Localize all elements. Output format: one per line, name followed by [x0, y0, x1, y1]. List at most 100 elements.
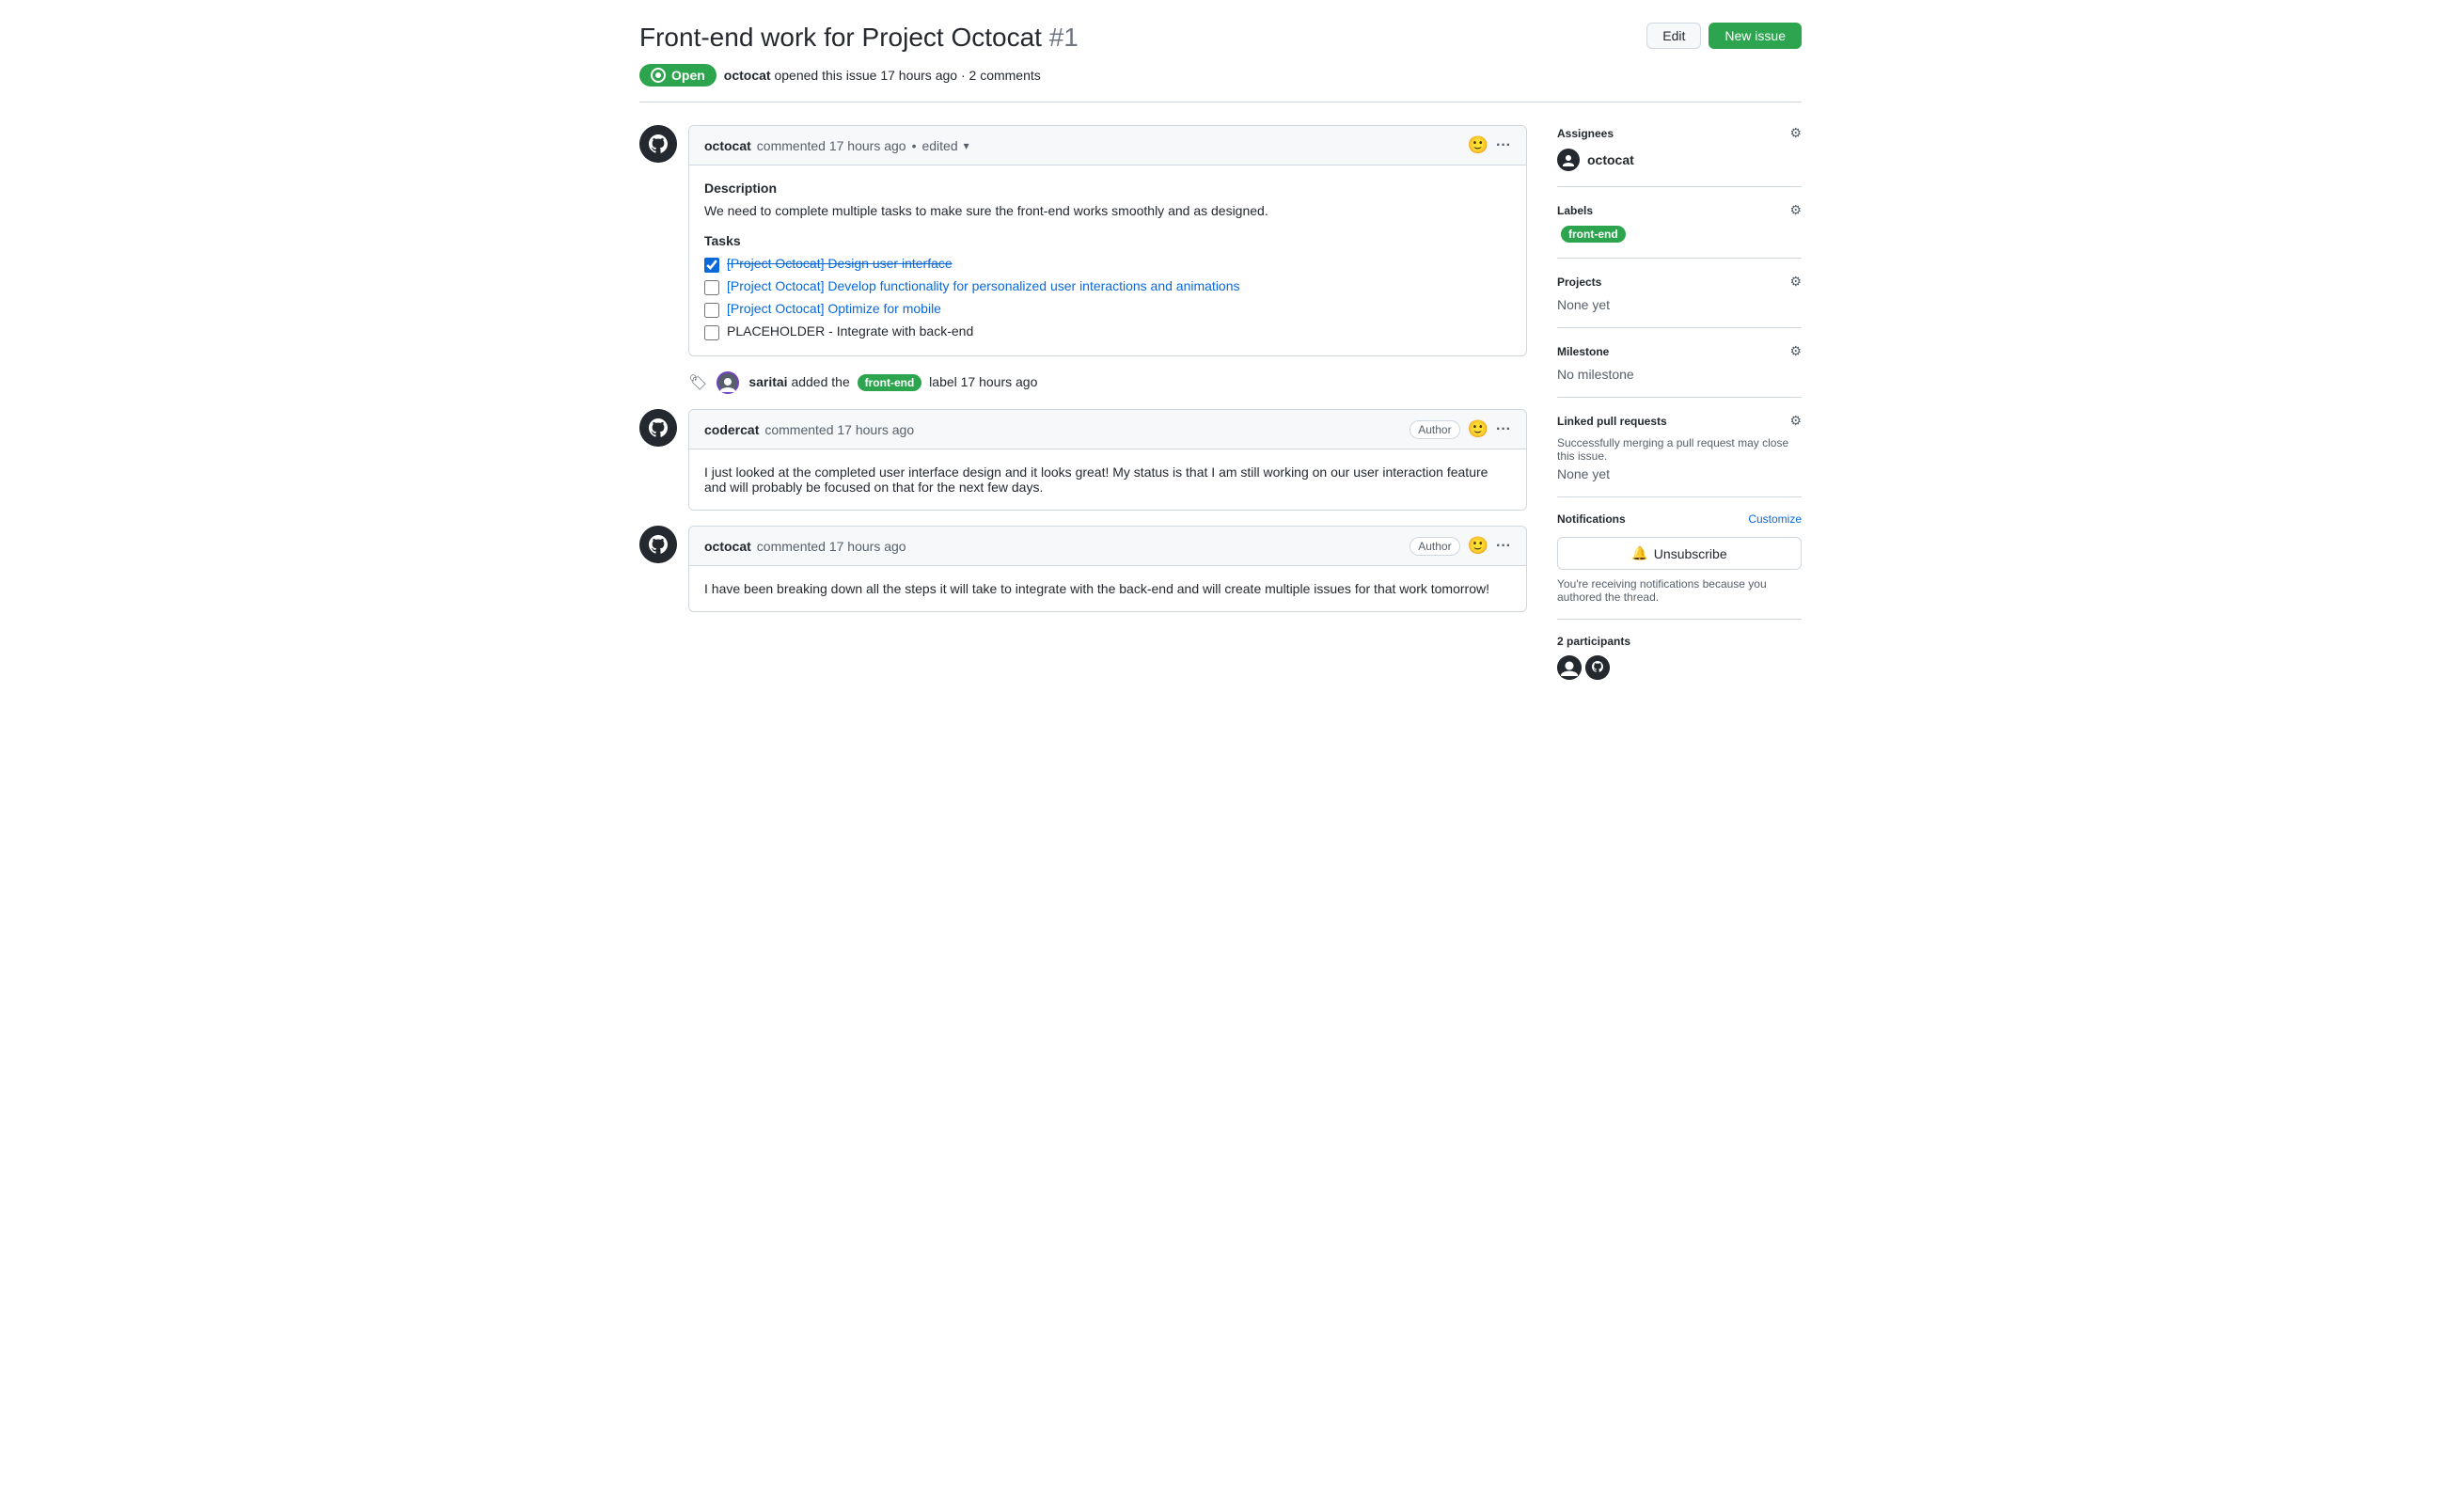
more-button-2[interactable]: ···: [1496, 421, 1511, 438]
notification-info: You're receiving notifications because y…: [1557, 577, 1802, 604]
milestone-gear[interactable]: ⚙: [1789, 343, 1802, 359]
assignee-avatar: [1557, 149, 1580, 171]
avatar-octocat-1: [639, 125, 677, 163]
unsubscribe-button[interactable]: 🔔 Unsubscribe: [1557, 537, 1802, 570]
comment-header-right-2: Author 🙂 ···: [1409, 419, 1511, 439]
task-label-3[interactable]: [Project Octocat] Optimize for mobile: [727, 301, 941, 316]
issue-header: Front-end work for Project Octocat #1 Ed…: [639, 23, 1802, 53]
projects-value: None yet: [1557, 297, 1610, 312]
emoji-button-3[interactable]: 🙂: [1468, 536, 1488, 556]
issue-title: Front-end work for Project Octocat #1: [639, 23, 1079, 53]
task-item-4: PLACEHOLDER - Integrate with back-end: [704, 323, 1511, 340]
status-text: Open: [671, 68, 705, 83]
comment-time-3: commented 17 hours ago: [757, 539, 906, 554]
labels-title: Labels: [1557, 204, 1593, 217]
edited-dropdown-1[interactable]: ▾: [964, 139, 969, 152]
new-issue-button[interactable]: New issue: [1709, 23, 1802, 49]
comment-body-3: I have been breaking down all the steps …: [689, 566, 1526, 611]
activity-text: saritai added the front-end label 17 hou…: [748, 374, 1037, 391]
comment-body-1: Description We need to complete multiple…: [689, 165, 1526, 355]
edit-button[interactable]: Edit: [1646, 23, 1701, 49]
milestone-header: Milestone ⚙: [1557, 343, 1802, 359]
header-buttons: Edit New issue: [1646, 23, 1802, 49]
participants-title: 2 participants: [1557, 635, 1802, 648]
task-checkbox-3[interactable]: [704, 303, 719, 318]
notifications-title: Notifications: [1557, 512, 1626, 526]
comment-header-right-3: Author 🙂 ···: [1409, 536, 1511, 556]
activity-label-added: 🏷 saritai added the front-end label 17 h…: [639, 371, 1527, 394]
task-label-1[interactable]: [Project Octocat] Design user interface: [727, 256, 953, 271]
linked-pr-title: Linked pull requests: [1557, 415, 1667, 428]
task-checkbox-1[interactable]: [704, 258, 719, 273]
author-badge-2: Author: [1409, 420, 1459, 439]
labels-header: Labels ⚙: [1557, 202, 1802, 218]
open-time: 17 hours ago: [880, 68, 957, 83]
activity-action: added the: [791, 374, 853, 389]
task-item-3: [Project Octocat] Optimize for mobile: [704, 301, 1511, 318]
task-checkbox-2[interactable]: [704, 280, 719, 295]
meta-separator: ·: [961, 68, 969, 83]
comment-time-1: commented 17 hours ago: [757, 138, 906, 153]
participants-section: 2 participants: [1557, 620, 1802, 695]
comment-header-left-1: octocat commented 17 hours ago • edited …: [704, 138, 969, 153]
assignee-user: octocat: [1557, 149, 1802, 171]
issue-meta: Open octocat opened this issue 17 hours …: [639, 64, 1802, 102]
emoji-button-2[interactable]: 🙂: [1468, 419, 1488, 439]
milestone-section: Milestone ⚙ No milestone: [1557, 328, 1802, 398]
comment-header-1: octocat commented 17 hours ago • edited …: [689, 126, 1526, 165]
comment-header-left-2: codercat commented 17 hours ago: [704, 422, 914, 437]
edited-badge-1: edited: [921, 138, 957, 153]
activity-label: front-end: [858, 374, 922, 391]
issue-number: #1: [1049, 23, 1079, 52]
author-badge-3: Author: [1409, 537, 1459, 556]
milestone-value: No milestone: [1557, 367, 1634, 382]
customize-link[interactable]: Customize: [1748, 512, 1802, 526]
assignee-name: octocat: [1587, 152, 1634, 167]
comment-text-2: I just looked at the completed user inte…: [704, 465, 1511, 495]
projects-gear[interactable]: ⚙: [1789, 274, 1802, 290]
main-layout: octocat commented 17 hours ago • edited …: [639, 125, 1802, 695]
emoji-button-1[interactable]: 🙂: [1468, 135, 1488, 155]
comment-box-1: octocat commented 17 hours ago • edited …: [688, 125, 1527, 356]
participant-avatar-2: [1585, 655, 1610, 680]
task-label-2[interactable]: [Project Octocat] Develop functionality …: [727, 278, 1240, 293]
comments-count: 2 comments: [969, 68, 1041, 83]
projects-section: Projects ⚙ None yet: [1557, 259, 1802, 328]
comment-wrapper-3: octocat commented 17 hours ago Author 🙂 …: [639, 526, 1527, 612]
bell-icon: 🔔: [1631, 545, 1647, 561]
more-button-3[interactable]: ···: [1496, 538, 1511, 555]
task-checkbox-4[interactable]: [704, 325, 719, 340]
participant-avatar-1: [1557, 655, 1582, 680]
notifications-header: Notifications Customize: [1557, 512, 1802, 526]
comment-username-3: octocat: [704, 539, 751, 554]
labels-section: Labels ⚙ front-end: [1557, 187, 1802, 259]
assignees-section: Assignees ⚙ octocat: [1557, 125, 1802, 187]
assignees-header: Assignees ⚙: [1557, 125, 1802, 141]
labels-gear[interactable]: ⚙: [1789, 202, 1802, 218]
comment-box-2: codercat commented 17 hours ago Author 🙂…: [688, 409, 1527, 511]
unsubscribe-label: Unsubscribe: [1654, 546, 1727, 561]
milestone-title: Milestone: [1557, 345, 1609, 358]
avatar-codercat: [639, 409, 677, 447]
participants-list: [1557, 655, 1802, 680]
comment-text-3: I have been breaking down all the steps …: [704, 581, 1511, 596]
notifications-section: Notifications Customize 🔔 Unsubscribe Yo…: [1557, 497, 1802, 620]
task-item-1: [Project Octocat] Design user interface: [704, 256, 1511, 273]
more-button-1[interactable]: ···: [1496, 137, 1511, 154]
linked-pr-description: Successfully merging a pull request may …: [1557, 436, 1802, 463]
activity-avatar-saritai: [717, 371, 739, 394]
linked-pr-gear[interactable]: ⚙: [1789, 413, 1802, 429]
linked-pr-header: Linked pull requests ⚙: [1557, 413, 1802, 429]
assignees-gear[interactable]: ⚙: [1789, 125, 1802, 141]
meta-description: opened this issue: [774, 68, 880, 83]
comment-username-2: codercat: [704, 422, 759, 437]
open-badge: Open: [639, 64, 717, 87]
comment-wrapper-2: codercat commented 17 hours ago Author 🙂…: [639, 409, 1527, 511]
assignees-title: Assignees: [1557, 127, 1614, 140]
task-item-2: [Project Octocat] Develop functionality …: [704, 278, 1511, 295]
linked-pr-section: Linked pull requests ⚙ Successfully merg…: [1557, 398, 1802, 497]
activity-time: label 17 hours ago: [929, 374, 1037, 389]
tasks-title: Tasks: [704, 233, 1511, 248]
comment-box-3: octocat commented 17 hours ago Author 🙂 …: [688, 526, 1527, 612]
comment-header-right-1: 🙂 ···: [1468, 135, 1511, 155]
